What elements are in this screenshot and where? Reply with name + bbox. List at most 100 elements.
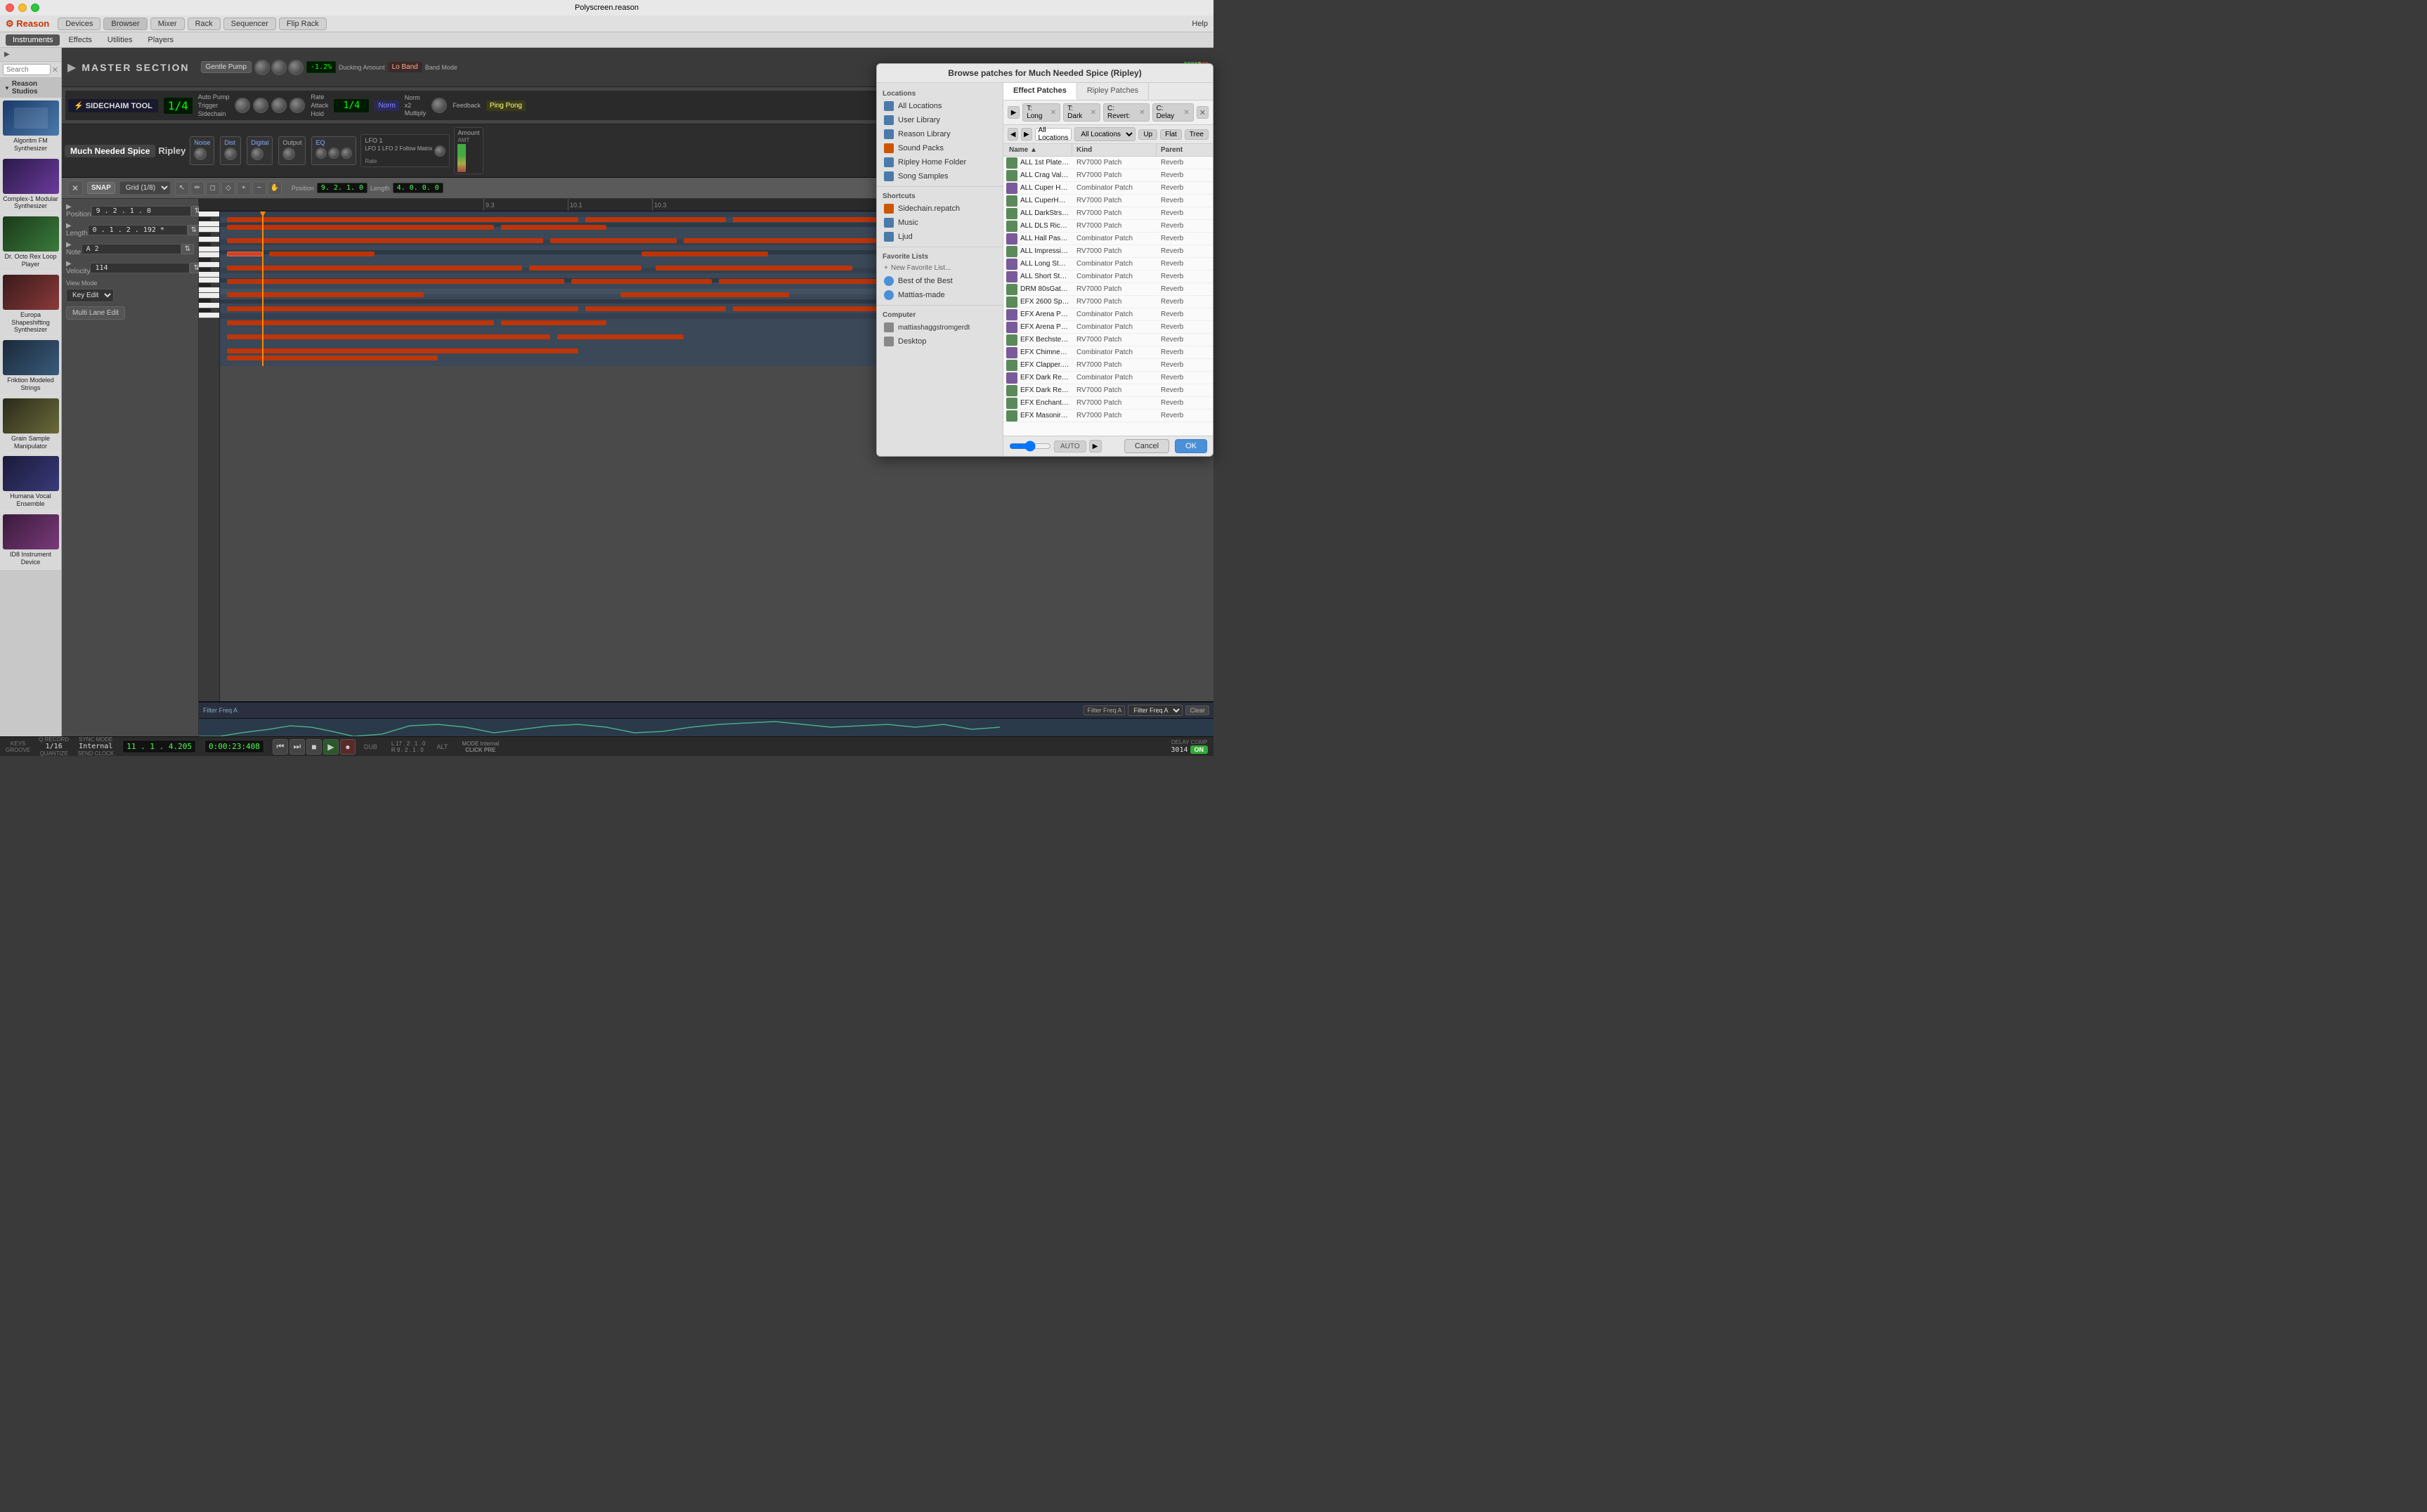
length-prop-input[interactable] [88, 225, 188, 235]
flat-view-btn[interactable]: Flat [1160, 129, 1182, 140]
minimize-button[interactable] [18, 4, 27, 12]
devices-menu-btn[interactable]: Devices [58, 18, 100, 30]
tab-effects[interactable]: Effects [61, 34, 98, 46]
list-item[interactable]: Algoritm FM Synthesizer [0, 98, 61, 156]
play-preview-btn[interactable]: ▶ [1008, 106, 1020, 119]
zoom-in-tool[interactable]: + [237, 181, 251, 195]
clear-search-btn[interactable]: ✕ [52, 65, 58, 74]
patch-row[interactable]: ALL CuperHall Dark.rv7 RV7000 Patch Reve… [1003, 195, 1213, 207]
patch-row[interactable]: ALL Crag Valley.rv7 RV7000 Patch Reverb [1003, 169, 1213, 182]
piano-key-white[interactable] [199, 278, 219, 283]
stop-btn[interactable]: ■ [306, 739, 322, 755]
preview-play-btn[interactable]: ▶ [1089, 440, 1102, 452]
digital-knob[interactable] [251, 148, 263, 160]
list-item[interactable]: Dr. Octo Rex Loop Player [0, 214, 61, 272]
browser-menu-btn[interactable]: Browser [103, 18, 147, 30]
patch-row[interactable]: ALL Impressions.rv7 RV7000 Patch Reverb [1003, 245, 1213, 258]
clear-all-filters-btn[interactable]: ✕ [1197, 106, 1209, 119]
feedback-knob[interactable] [431, 98, 447, 113]
remove-filter-dark[interactable]: ✕ [1091, 109, 1096, 117]
maximize-button[interactable] [31, 4, 39, 12]
ok-btn[interactable]: OK [1175, 439, 1207, 453]
list-item[interactable]: Grain Sample Manipulator [0, 396, 61, 454]
noise-knob[interactable] [194, 148, 207, 160]
eq-high-knob[interactable] [341, 148, 352, 159]
tab-utilities[interactable]: Utilities [100, 34, 139, 46]
piano-key-white[interactable] [199, 287, 219, 293]
remove-filter-long[interactable]: ✕ [1050, 109, 1056, 117]
record-btn[interactable]: ● [340, 739, 356, 755]
tree-view-btn[interactable]: Tree [1185, 129, 1209, 140]
rewind-btn[interactable]: ⏮ [273, 739, 288, 755]
patch-row[interactable]: EFX Clapper.rv7 RV7000 Patch Reverb [1003, 359, 1213, 372]
patch-row[interactable]: ALL Long Stack Dark.cmb Combinator Patch… [1003, 258, 1213, 271]
list-item[interactable]: Europa Shapeshifting Synthesizer [0, 272, 61, 337]
location-dropdown[interactable]: All Locations [1074, 127, 1136, 141]
add-favorite-list-btn[interactable]: + New Favorite List... [877, 262, 1003, 274]
patch-row[interactable]: ALL DLS RichPlate.rv7 RV7000 Patch Rever… [1003, 220, 1213, 233]
hold-knob[interactable] [288, 60, 304, 75]
patch-row[interactable]: EFX Enchanted Woods.rv7 RV7000 Patch Rev… [1003, 397, 1213, 410]
tab-players[interactable]: Players [141, 34, 181, 46]
loc-ripley-home-folder[interactable]: Ripley Home Folder [877, 155, 1003, 169]
note-prop-input[interactable] [82, 244, 181, 254]
attack-knob[interactable] [271, 60, 287, 75]
loc-mattiashagg[interactable]: mattiashaggstromgerdt [877, 320, 1003, 334]
hand-tool[interactable]: ✋ [268, 181, 282, 195]
flip-rack-menu-btn[interactable]: Flip Rack [279, 18, 327, 30]
patch-row[interactable]: EFX Dark Reverse.cmb Combinator Patch Re… [1003, 372, 1213, 384]
instrument-search-input[interactable] [3, 64, 51, 75]
patch-row[interactable]: ALL Short Stack Dark.cmb Combinator Patc… [1003, 271, 1213, 283]
eraser-tool[interactable]: ◻ [206, 181, 220, 195]
loc-song-samples[interactable]: Song Samples [877, 169, 1003, 183]
list-item[interactable]: Complex-1 Modular Synthesizer [0, 156, 61, 214]
tab-instruments[interactable]: Instruments [6, 34, 60, 46]
grid-select[interactable]: Grid (1/8) [119, 181, 171, 195]
loc-sidechain[interactable]: Sidechain.repatch [877, 202, 1003, 216]
loc-all-locations[interactable]: All Locations [877, 99, 1003, 113]
patch-row[interactable]: EFX Bechstein Pedal Down.rv7 RV7000 Patc… [1003, 334, 1213, 346]
loc-best-of-best[interactable]: Best of the Best [877, 274, 1003, 288]
patch-row[interactable]: EFX Arena Pass - .cmb Combinator Patch R… [1003, 308, 1213, 321]
rate-knob[interactable] [254, 60, 270, 75]
list-item[interactable]: Friktion Modeled Strings [0, 337, 61, 396]
hold-sidechain-knob[interactable] [271, 98, 287, 113]
clear-controller-btn[interactable]: Clear [1185, 705, 1209, 715]
patch-row[interactable]: EFX Chimney Sweeper.cmb Combinator Patch… [1003, 346, 1213, 359]
loc-mattias-made[interactable]: Mattias-made [877, 288, 1003, 302]
nav-up-btn[interactable]: Up [1138, 129, 1157, 140]
lfo-rate-knob[interactable] [434, 145, 445, 157]
cancel-btn[interactable]: Cancel [1124, 439, 1169, 453]
auto-preview-btn[interactable]: AUTO [1054, 441, 1086, 452]
preview-volume-slider[interactable] [1009, 441, 1051, 452]
velocity-prop-input[interactable] [90, 263, 190, 273]
razor-tool[interactable]: ◇ [221, 181, 235, 195]
piano-key-white[interactable] [199, 247, 219, 252]
section-collapse-icon[interactable]: ▼ [4, 85, 10, 91]
release-sidechain-knob[interactable] [289, 98, 305, 113]
loc-ljud[interactable]: Ljud [877, 230, 1003, 244]
rack-menu-btn[interactable]: Rack [188, 18, 221, 30]
loc-music[interactable]: Music [877, 216, 1003, 230]
piano-key-white[interactable] [199, 211, 219, 217]
attack-sidechain-knob[interactable] [253, 98, 268, 113]
loc-desktop[interactable]: Desktop [877, 334, 1003, 348]
pencil-tool[interactable]: ✏ [190, 181, 204, 195]
patch-row[interactable]: ALL Cuper Hall Dark.cmb Combinator Patch… [1003, 182, 1213, 195]
tab-effect-patches[interactable]: Effect Patches [1003, 83, 1077, 100]
piano-key-white[interactable] [199, 252, 219, 258]
loc-user-library[interactable]: User Library [877, 113, 1003, 127]
patch-row[interactable]: ALL Hall Pass - Dark & Dense.cmb Combina… [1003, 233, 1213, 245]
list-item[interactable]: Humana Vocal Ensemble [0, 453, 61, 511]
play-btn[interactable]: ▶ [323, 739, 339, 755]
close-button[interactable] [6, 4, 14, 12]
delay-comp-on-btn[interactable]: ON [1190, 745, 1209, 754]
patch-row[interactable]: EFX Arena Pass - Vista.cmb Combinator Pa… [1003, 321, 1213, 334]
col-kind-header[interactable]: Kind [1072, 144, 1157, 156]
patch-row[interactable]: DRM 80sGatedPlate.rv7 RV7000 Patch Rever… [1003, 283, 1213, 296]
zoom-out-tool[interactable]: − [252, 181, 266, 195]
col-parent-header[interactable]: Parent [1157, 144, 1213, 156]
close-sequencer-btn[interactable]: ✕ [67, 181, 83, 196]
master-play-icon[interactable]: ▶ [67, 60, 76, 74]
patch-row[interactable]: ALL DarkStrsHall.rv7 RV7000 Patch Reverb [1003, 207, 1213, 220]
